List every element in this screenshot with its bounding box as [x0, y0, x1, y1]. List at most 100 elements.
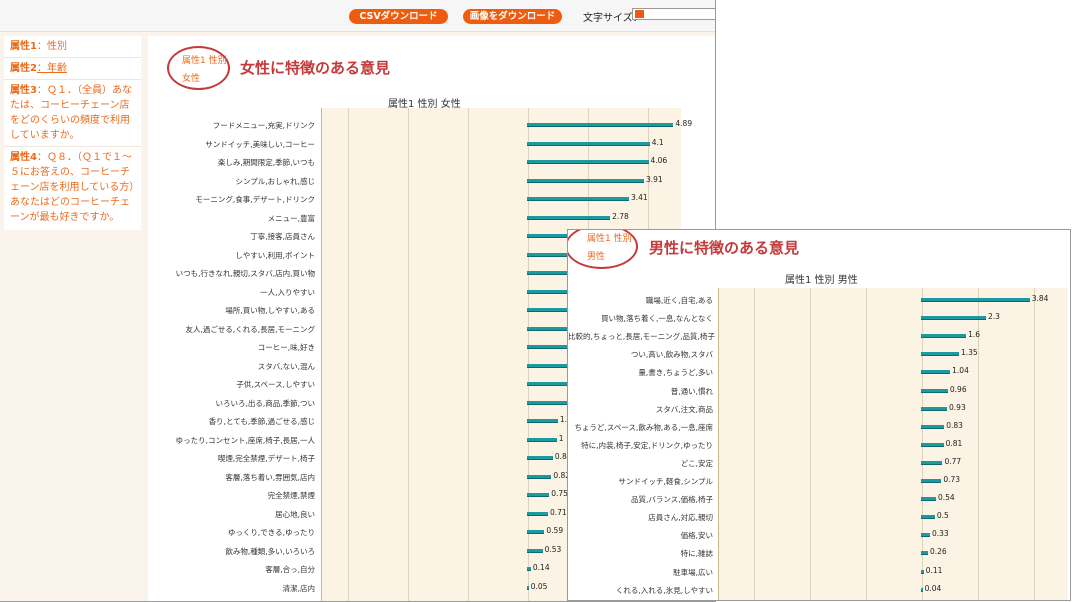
category-label: 居心地,良い: [275, 509, 315, 519]
category-label: 清潔,店内: [282, 583, 315, 593]
category-label: 職場,近く,自宅,ある: [645, 296, 713, 305]
category-label: モーニング,食事,デザート,ドリンク: [195, 195, 315, 204]
bar: [526, 160, 649, 164]
category-label: 品質,バランス,価格,椅子: [630, 495, 713, 505]
image-download-button[interactable]: 画像をダウンロード: [463, 9, 562, 24]
category-label: ちょうど,スペース,飲み物,ある,一息,座席: [574, 422, 713, 432]
data-label: 0.33: [932, 529, 949, 539]
attribute-label: 属性1 性別: [587, 234, 632, 244]
attribute-sidebar: 属性1：性別 属性2：年齢 属性3：Ｑ１．（全員）あなたは、コーヒーチェーン店を…: [4, 36, 141, 230]
data-label: 3.84: [1031, 294, 1049, 303]
category-label: 友人,過ごせる,くれる,長居,モーニング: [185, 324, 315, 334]
bar: [920, 316, 986, 321]
grid-line: [468, 108, 469, 601]
bar: [526, 474, 552, 479]
bar: [526, 215, 611, 220]
bar: [920, 406, 948, 411]
bar: [920, 442, 944, 447]
category-label: 特に,雑誌: [680, 549, 713, 559]
bar: [920, 479, 942, 483]
bar: [526, 437, 557, 442]
font-size-slider-knob[interactable]: [635, 10, 644, 18]
male-window: 属性1 性別 男性 男性に特徴のある意見 属性1 性別 男性 職場,近く,自宅,…: [567, 229, 1071, 601]
bar: [526, 456, 553, 460]
bar: [526, 511, 548, 516]
bar: [920, 497, 936, 502]
category-label: 買い物,落ち着く,一息,なんとなく: [601, 314, 713, 324]
bar: [526, 548, 543, 553]
bar: [920, 587, 923, 592]
category-label: サンドイッチ,美味しい,コーヒー: [205, 139, 315, 149]
category-label: いつも,行きなれ,親切,スタバ,店内,買い物: [175, 269, 315, 278]
data-label: 1.35: [960, 348, 978, 358]
bar: [920, 515, 935, 520]
data-label: 2.78: [612, 211, 629, 221]
category-label: 客層,合っ,自分: [265, 565, 315, 574]
section-title: 女性に特徴のある意見: [240, 59, 391, 77]
category-label: いろいろ,出る,商品,季節,つい: [215, 398, 315, 408]
category-label: スタバ,ない,混ん: [257, 361, 315, 371]
bar: [920, 298, 1030, 302]
sidebar-item-text: ：年齢: [36, 63, 67, 74]
grid-line: [810, 288, 811, 600]
sidebar-item-attr2[interactable]: 属性2：年齢: [4, 58, 141, 80]
csv-download-button[interactable]: CSVダウンロード: [349, 9, 448, 24]
data-label: 4.06: [650, 156, 668, 165]
data-label: 3.91: [646, 174, 663, 184]
data-label: 0.14: [532, 563, 550, 572]
data-label: 4.1: [651, 137, 664, 147]
category-label: ゆっくり,できる,ゆったり: [227, 528, 315, 537]
sidebar-item-attr3[interactable]: 属性3：Ｑ１．（全員）あなたは、コーヒーチェーン店をどのくらいの頻度で利用してい…: [4, 80, 141, 147]
data-label: 1: [558, 433, 564, 443]
plot-area: [718, 288, 1068, 600]
data-label: 0.54: [937, 493, 955, 503]
sidebar-item-key: 属性1: [10, 41, 37, 52]
grid-line: [1034, 288, 1035, 600]
bar: [526, 123, 674, 127]
data-label: 0.11: [925, 565, 943, 575]
data-label: 0.93: [949, 402, 966, 412]
sidebar-item-attr1[interactable]: 属性1：性別: [4, 36, 141, 58]
bar: [920, 424, 945, 429]
font-size-slider[interactable]: [632, 8, 715, 20]
category-label: 量,書き,ちょうど,多い: [638, 368, 713, 378]
data-label: 0.59: [546, 526, 564, 535]
category-label: つい,高い,飲み物,スタバ: [630, 350, 713, 360]
bar: [526, 400, 568, 405]
bar: [526, 197, 629, 201]
category-label: 香り,とても,季節,過ごせる,感じ: [208, 417, 315, 426]
chart-title: 属性1 性別 男性: [785, 275, 858, 286]
category-label: しやすい,利用,ポイント: [235, 250, 315, 260]
sidebar-item-key: 属性3: [10, 85, 37, 96]
sidebar-item-key: 属性4: [10, 152, 37, 163]
data-label: 0.83: [946, 420, 963, 430]
bar: [526, 567, 531, 571]
bar: [920, 370, 951, 375]
sidebar-item-attr4[interactable]: 属性4：Ｑ８．（Ｑ１で１～５にお答えの、コーヒーチェーン店を利用している方）あな…: [4, 147, 141, 228]
grid-line: [866, 288, 867, 600]
category-label: サンドイッチ,軽食,シンプル: [618, 477, 713, 486]
category-label: フードメニュー,充実,ドリンク: [212, 121, 315, 130]
bar: [920, 569, 924, 574]
category-label: メニュー,豊富: [267, 213, 315, 223]
toolbar: CSVダウンロード 画像をダウンロード 文字サイズ：: [0, 0, 715, 32]
category-label: 一人,入りやすい: [260, 287, 315, 297]
data-label: 0.04: [924, 583, 942, 593]
category-label: コーヒー,味,好き: [257, 343, 315, 352]
bar: [920, 334, 967, 339]
data-label: 0.73: [943, 475, 961, 484]
category-label: 普,通い,慣れ: [670, 386, 713, 396]
data-label: 3.41: [631, 193, 648, 202]
attribute-value: 女性: [182, 74, 201, 84]
data-label: 0.96: [949, 384, 967, 394]
category-label: 完全禁煙,禁煙: [267, 491, 315, 500]
category-label: 場所,買い物,しやすい,ある: [225, 306, 315, 315]
category-label: 店員さん,対応,親切: [648, 513, 713, 523]
bar: [920, 533, 930, 538]
data-label: 0.5: [936, 511, 949, 521]
data-label: 0.26: [930, 547, 947, 557]
attribute-label: 属性1 性別: [182, 56, 227, 66]
bar: [920, 551, 928, 556]
bar: [526, 178, 644, 183]
data-label: 1.04: [952, 366, 969, 376]
